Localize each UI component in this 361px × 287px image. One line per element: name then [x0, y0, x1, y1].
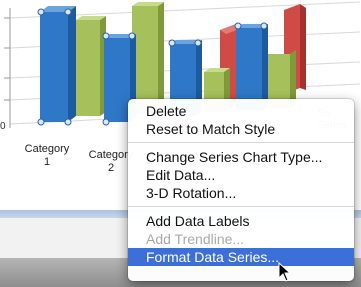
- series1-bar-cat4[interactable]: [236, 24, 268, 110]
- menu-item-3d-rotation[interactable]: 3-D Rotation...: [128, 184, 354, 202]
- menu-item-change-series-chart-type[interactable]: Change Series Chart Type...: [128, 148, 354, 166]
- menu-item-add-data-labels[interactable]: Add Data Labels: [128, 212, 354, 230]
- menu-item-format-data-series[interactable]: Format Data Series...: [128, 248, 354, 266]
- context-menu[interactable]: Delete Reset to Match Style Change Serie…: [128, 99, 354, 281]
- menu-separator: [128, 142, 354, 143]
- menu-item-add-trendline: Add Trendline...: [146, 231, 245, 247]
- y-axis-tick-zero: 0: [0, 121, 6, 132]
- series1-bar-cat1[interactable]: [40, 6, 76, 122]
- series2-bar-cat2[interactable]: [132, 2, 164, 114]
- menu-item-reset-to-match-style[interactable]: Reset to Match Style: [128, 120, 354, 138]
- menu-item-edit-data[interactable]: Edit Data...: [128, 166, 354, 184]
- y-axis-ticks: [4, 17, 10, 101]
- arrow-pointer-icon: [278, 262, 292, 282]
- category-1-label: Category 1: [24, 143, 70, 168]
- series2-bar-cat1[interactable]: [76, 16, 106, 116]
- menu-separator: [128, 206, 354, 207]
- menu-item-delete[interactable]: Delete: [128, 102, 354, 120]
